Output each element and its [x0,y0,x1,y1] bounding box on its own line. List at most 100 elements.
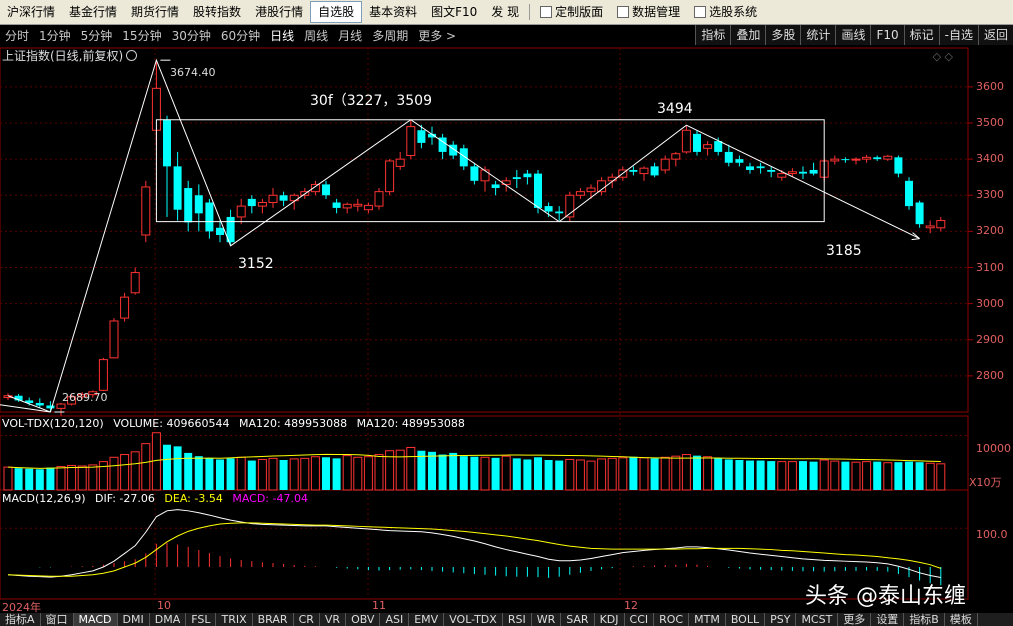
price-tick-label: 3400 [976,152,1004,166]
indicator-tab[interactable]: ASI [380,613,410,626]
candle-body-up [830,158,840,162]
volume-bar-down [322,457,330,490]
candle-body-down [841,159,850,161]
indicator-tab[interactable]: DMA [150,613,187,626]
candle-body-down [491,184,500,189]
candle-body-down [459,148,468,167]
indicator-tab[interactable]: TRIX [216,613,253,626]
indicator-tab[interactable]: MCST [796,613,839,626]
volume-bar-up [597,458,607,491]
volume-bar-up [777,461,787,491]
indicator-tab[interactable]: BOLL [726,613,766,626]
indicator-tab[interactable]: CR [294,613,320,626]
indicator-tab[interactable]: 设置 [871,613,905,626]
indicator-tab[interactable]: EMV [409,613,445,626]
indicator-tab[interactable]: 指标B [904,613,945,626]
volume-bar-down [915,462,924,490]
volume-name: VOL-TDX(120,120) [2,417,104,430]
indicator-tab[interactable]: KDJ [595,613,625,626]
indicator-tab[interactable]: RSI [503,613,532,626]
price-tick-label: 3100 [976,260,1004,274]
indicator-tab[interactable]: MACD [73,613,118,626]
indicator-tab[interactable]: SAR [561,613,595,626]
indicator-tab[interactable]: PSY [765,613,797,626]
indicator-tab[interactable]: MTM [689,613,726,626]
macd-dif: DIF: -27.06 [95,492,155,505]
candle-body-down [894,157,903,174]
volume-bar-down [279,460,288,490]
candle-body-up [353,203,363,207]
volume-bar-up [787,461,797,491]
candle-body-down [767,169,776,172]
volume-bar-down [428,451,436,490]
indicator-tab[interactable]: BRAR [253,613,294,626]
volume-bar-up [374,454,384,491]
volume-bar-down [226,458,235,490]
volume-bar-down [555,460,564,490]
date-label: 10 [157,599,171,612]
volume-bar-down [163,444,171,490]
candle-body-up [883,155,893,160]
candle-body-down [799,171,807,174]
candle-body-down [534,173,542,208]
volume-bar-up [268,457,278,491]
indicator-tab[interactable]: OBV [346,613,381,626]
indicator-tab[interactable]: 更多 [838,613,872,626]
candle-body-up [586,187,596,193]
volume-bar-down [14,468,23,490]
indicator-tab[interactable]: VR [320,613,347,626]
volume-bar-up [67,464,77,491]
indicator-tab[interactable]: ROC [654,613,690,626]
price-tick-label: 3600 [976,79,1004,93]
indicator-tab[interactable]: 模板 [945,613,978,626]
candle-body-down [173,166,182,210]
candle-body-up [787,171,797,175]
indicator-tab-bar: 指标A 窗口 MACD DMI DMA FSL TRIX BRAR CR VR OBV ASI EMV V… [0,613,1013,626]
candle-body-down [650,166,659,176]
candle-body-up [395,158,405,167]
volume-bar-down [767,461,776,490]
volume-bar-down [629,456,638,490]
volume-bar-down [470,456,479,490]
volume-bar-down [332,458,341,490]
volume-bar-down [905,461,913,490]
candle-body-down [216,227,224,235]
candle-body-up [406,126,416,157]
volume-bar-up [830,460,840,491]
indicator-tab[interactable]: 窗口 [41,613,74,626]
indicator-tab[interactable]: VOL-TDX [444,613,503,626]
volume-bar-down [46,467,55,490]
volume-bar-down [799,461,807,490]
indicator-tab[interactable]: FSL [186,613,217,626]
volume-bar-down [194,456,203,490]
candle-body-up [109,320,119,359]
consolidation-box [155,119,825,223]
indicator-tab[interactable]: 指标A [0,613,41,626]
volume-bar-up [851,461,861,491]
volume-bar-down [714,458,723,490]
volume-title: VOL-TDX(120,120) VOLUME: 409660544 MA120… [2,417,471,430]
indicator-tab[interactable]: DMI [118,613,150,626]
candle-body-down [724,151,733,163]
candle-body-up [236,205,246,218]
volume-bar-down [746,460,754,490]
price-tick-label: 2800 [976,368,1004,382]
volume-bar-down [724,459,733,490]
price-tick-label: 3500 [976,116,1004,130]
candle-body-up [56,403,66,409]
candle-body-down [746,166,754,170]
candle-body-down [247,198,256,207]
candle-body-up [575,191,585,196]
volume-bar-up [310,456,320,491]
volume-axis-label: 10000 [976,442,1011,455]
candle-body-up [257,201,267,207]
candle-body-up [268,194,278,203]
indicator-tab[interactable]: WR [532,613,562,626]
volume-ma2: MA120: 489953088 [356,417,465,430]
indicator-tab[interactable]: CCI [625,613,655,626]
kline-chart[interactable] [0,0,1013,626]
volume-bar-up [109,456,119,491]
volume-bar-up [3,466,13,491]
peak-annotation: 3494 [657,101,693,117]
volume-bar-up [936,463,946,491]
